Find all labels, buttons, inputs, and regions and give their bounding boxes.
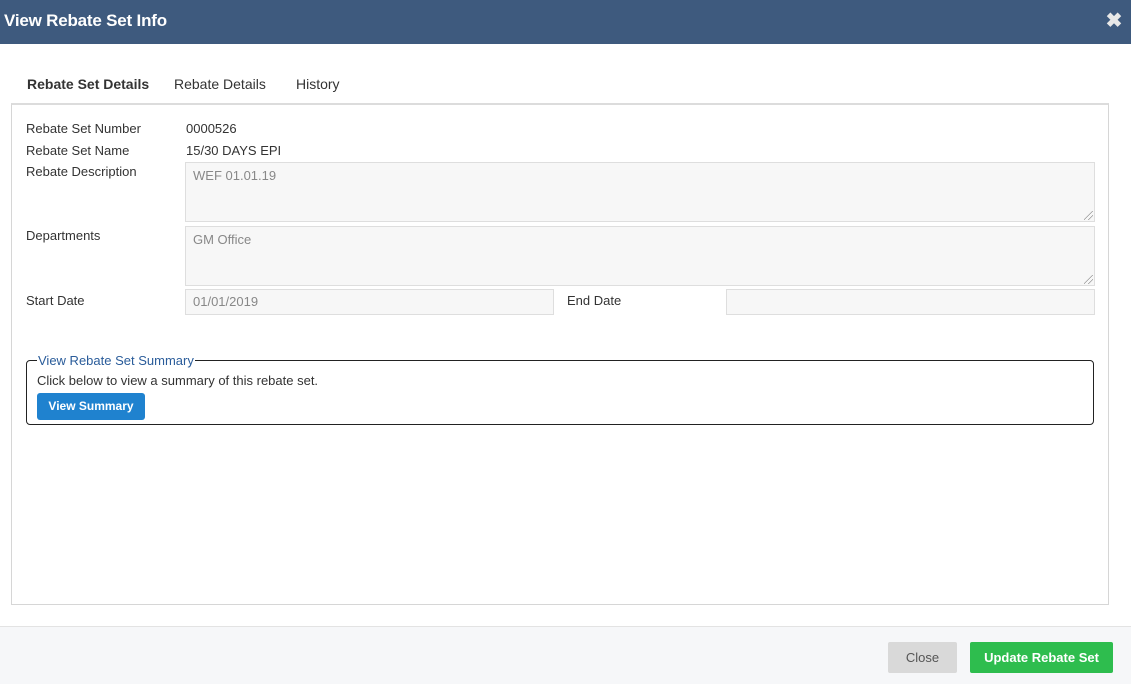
close-button[interactable]: Close (888, 642, 957, 673)
rebate-description-field[interactable]: WEF 01.01.19 (185, 162, 1095, 222)
resize-grip-icon[interactable] (1084, 275, 1093, 284)
rebate-summary-text: Click below to view a summary of this re… (37, 373, 319, 388)
rebate-description-value: WEF 01.01.19 (193, 168, 277, 183)
update-rebate-set-button[interactable]: Update Rebate Set (970, 642, 1113, 673)
start-date-field[interactable]: 01/01/2019 (185, 289, 554, 315)
departments-label: Departments (26, 228, 101, 243)
end-date-label: End Date (567, 293, 622, 308)
start-date-label: Start Date (26, 293, 85, 308)
view-summary-button[interactable]: View Summary (37, 393, 145, 420)
dialog-title: View Rebate Set Info (4, 11, 167, 30)
resize-grip-icon[interactable] (1084, 211, 1093, 220)
tab-rebate-details[interactable]: Rebate Details (158, 66, 282, 105)
rebate-set-name-value: 15/30 DAYS EPI (186, 143, 282, 158)
rebate-set-number-value: 0000526 (186, 121, 237, 136)
rebate-description-label: Rebate Description (26, 164, 137, 179)
rebate-summary-legend: View Rebate Set Summary (37, 353, 195, 368)
dialog-footer: Close Update Rebate Set (0, 626, 1131, 684)
departments-value: GM Office (193, 232, 252, 247)
end-date-field[interactable] (726, 289, 1095, 315)
close-icon[interactable]: ✖ (1105, 10, 1123, 32)
rebate-set-number-label: Rebate Set Number (26, 121, 141, 136)
rebate-summary-fieldset: View Rebate Set Summary Click below to v… (26, 353, 1094, 425)
dialog-titlebar: View Rebate Set Info ✖ (0, 0, 1131, 44)
start-date-value: 01/01/2019 (193, 294, 259, 309)
rebate-set-name-label: Rebate Set Name (26, 143, 130, 158)
departments-field[interactable]: GM Office (185, 226, 1095, 286)
tab-history[interactable]: History (280, 66, 356, 105)
tab-rebate-set-details[interactable]: Rebate Set Details (11, 66, 166, 105)
